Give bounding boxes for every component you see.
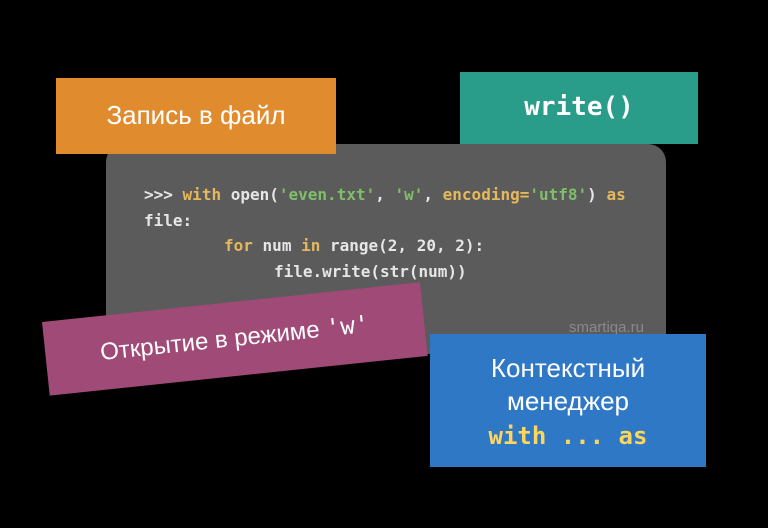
label-context-code: with ... as xyxy=(440,421,696,451)
code-line-1: >>> with open('even.txt', 'w', encoding=… xyxy=(144,182,638,208)
call-write: file.write(str(num)) xyxy=(274,262,467,281)
prompt: >>> xyxy=(144,185,173,204)
call-open: open( xyxy=(231,185,279,204)
label-context-line1: Контекстный xyxy=(491,353,645,383)
comma: , xyxy=(375,185,394,204)
label-open-mode-value: 'w' xyxy=(325,310,371,342)
string-mode: 'w' xyxy=(394,185,423,204)
call-range: range(2, 20, 2): xyxy=(330,236,484,255)
keyword-with: with xyxy=(183,185,222,204)
close-paren: ) xyxy=(587,185,597,204)
label-write-to-file: Запись в файл xyxy=(56,78,336,154)
comma: , xyxy=(423,185,442,204)
label-context-manager: Контекстный менеджер with ... as xyxy=(430,334,706,467)
string-filename: 'even.txt' xyxy=(279,185,375,204)
label-open-mode-text: Открытие в режиме xyxy=(99,315,328,366)
code-line-3: file.write(str(num)) xyxy=(144,259,638,285)
label-write-method: write() xyxy=(460,72,698,144)
string-encoding: 'utf8' xyxy=(529,185,587,204)
keyword-in: in xyxy=(301,236,320,255)
label-context-line2: менеджер xyxy=(507,386,629,416)
arg-encoding: encoding= xyxy=(443,185,530,204)
keyword-as: as xyxy=(606,185,625,204)
code-line-1b: file: xyxy=(144,208,638,234)
code-line-2: for num in range(2, 20, 2): xyxy=(144,233,638,259)
keyword-for: for xyxy=(224,236,253,255)
var-num: num xyxy=(263,236,292,255)
var-file: file: xyxy=(144,211,192,230)
